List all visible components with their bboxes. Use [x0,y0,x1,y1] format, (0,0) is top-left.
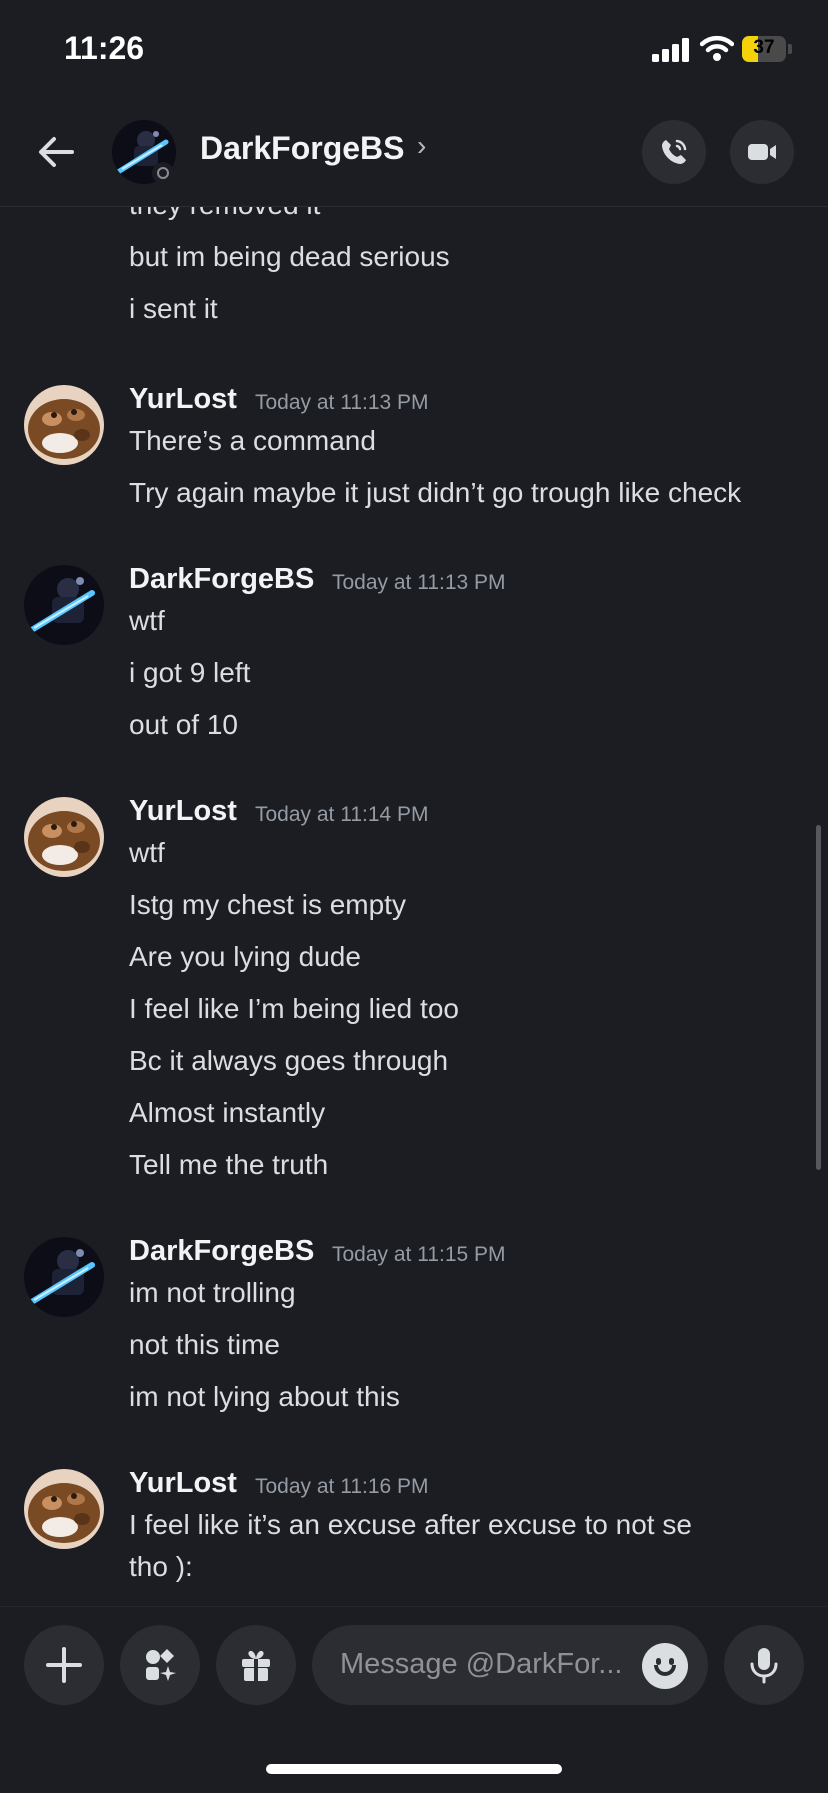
frog-avatar[interactable] [24,797,104,877]
wifi-icon [700,35,734,61]
message-timestamp: Today at 11:15 PM [332,1243,506,1266]
emoji-icon[interactable] [642,1643,688,1689]
message-text: im not trolling [129,1277,296,1308]
scrollbar[interactable] [816,825,821,1170]
message-timestamp: Today at 11:16 PM [255,1475,429,1498]
message-text: out of 10 [129,709,238,740]
message-text: im not lying about this [129,1381,400,1412]
message-text: Try again maybe it just didn’t go trough… [129,477,742,508]
message-text: Istg my chest is empty [129,889,406,920]
dm-header: DarkForgeBS › [0,100,828,207]
message-timestamp: Today at 11:13 PM [332,571,506,594]
voice-message-button[interactable] [724,1625,804,1705]
message-text: i got 9 left [129,657,251,688]
chevron-right-icon[interactable]: › [417,130,426,162]
gift-icon [242,1650,270,1681]
message-text: I feel like I’m being lied too [129,993,459,1024]
message-text: Tell me the truth [129,1149,329,1180]
plus-icon [46,1647,82,1683]
knight-avatar[interactable] [24,565,104,645]
home-indicator[interactable] [266,1764,562,1774]
message-input-placeholder: Message @DarkFor... [340,1648,623,1680]
message-text: Almost instantly [129,1097,326,1128]
message-text: they removed it [129,207,320,221]
video-call-button[interactable] [730,120,794,184]
message-text: tho ): [129,1551,193,1582]
message-text: Bc it always goes through [129,1045,449,1076]
message-text: Are you lying dude [129,941,361,972]
battery-percent: 37 [753,37,775,58]
message-timestamp: Today at 11:14 PM [255,803,429,826]
battery-indicator: 37 [742,36,792,62]
frog-avatar[interactable] [24,385,104,465]
message-text: I feel like it’s an excuse after excuse … [129,1509,692,1540]
message-text: wtf [129,837,165,868]
apps-icon [146,1649,176,1681]
message-input[interactable]: Message @DarkFor... [312,1625,708,1705]
message-text: but im being dead serious [129,241,450,272]
message-timestamp: Today at 11:13 PM [255,391,429,414]
message-author[interactable]: DarkForgeBS [129,563,314,596]
message-text: not this time [129,1329,280,1360]
message-author[interactable]: YurLost [129,795,237,828]
status-time: 11:26 [64,30,145,66]
status-bar: 11:26 37 [0,0,828,100]
offline-status-indicator [152,162,174,184]
voice-call-button[interactable] [642,120,706,184]
back-arrow-icon[interactable] [34,130,78,174]
frog-avatar[interactable] [24,1469,104,1549]
message-author[interactable]: DarkForgeBS [129,1235,314,1268]
message-list[interactable]: they removed it but im being dead serious… [0,207,828,1603]
message-author[interactable]: YurLost [129,383,237,416]
message-author[interactable]: YurLost [129,1467,237,1500]
dm-username[interactable]: DarkForgeBS [200,130,405,167]
add-attachment-button[interactable] [24,1625,104,1705]
message-text: There’s a command [129,425,376,456]
apps-button[interactable] [120,1625,200,1705]
microphone-icon [750,1648,778,1684]
message-text: i sent it [129,293,218,324]
cellular-signal-icon [652,38,689,62]
phone-icon [662,139,687,164]
message-text: wtf [129,605,165,636]
knight-avatar[interactable] [24,1237,104,1317]
video-camera-icon [748,144,776,160]
gift-button[interactable] [216,1625,296,1705]
